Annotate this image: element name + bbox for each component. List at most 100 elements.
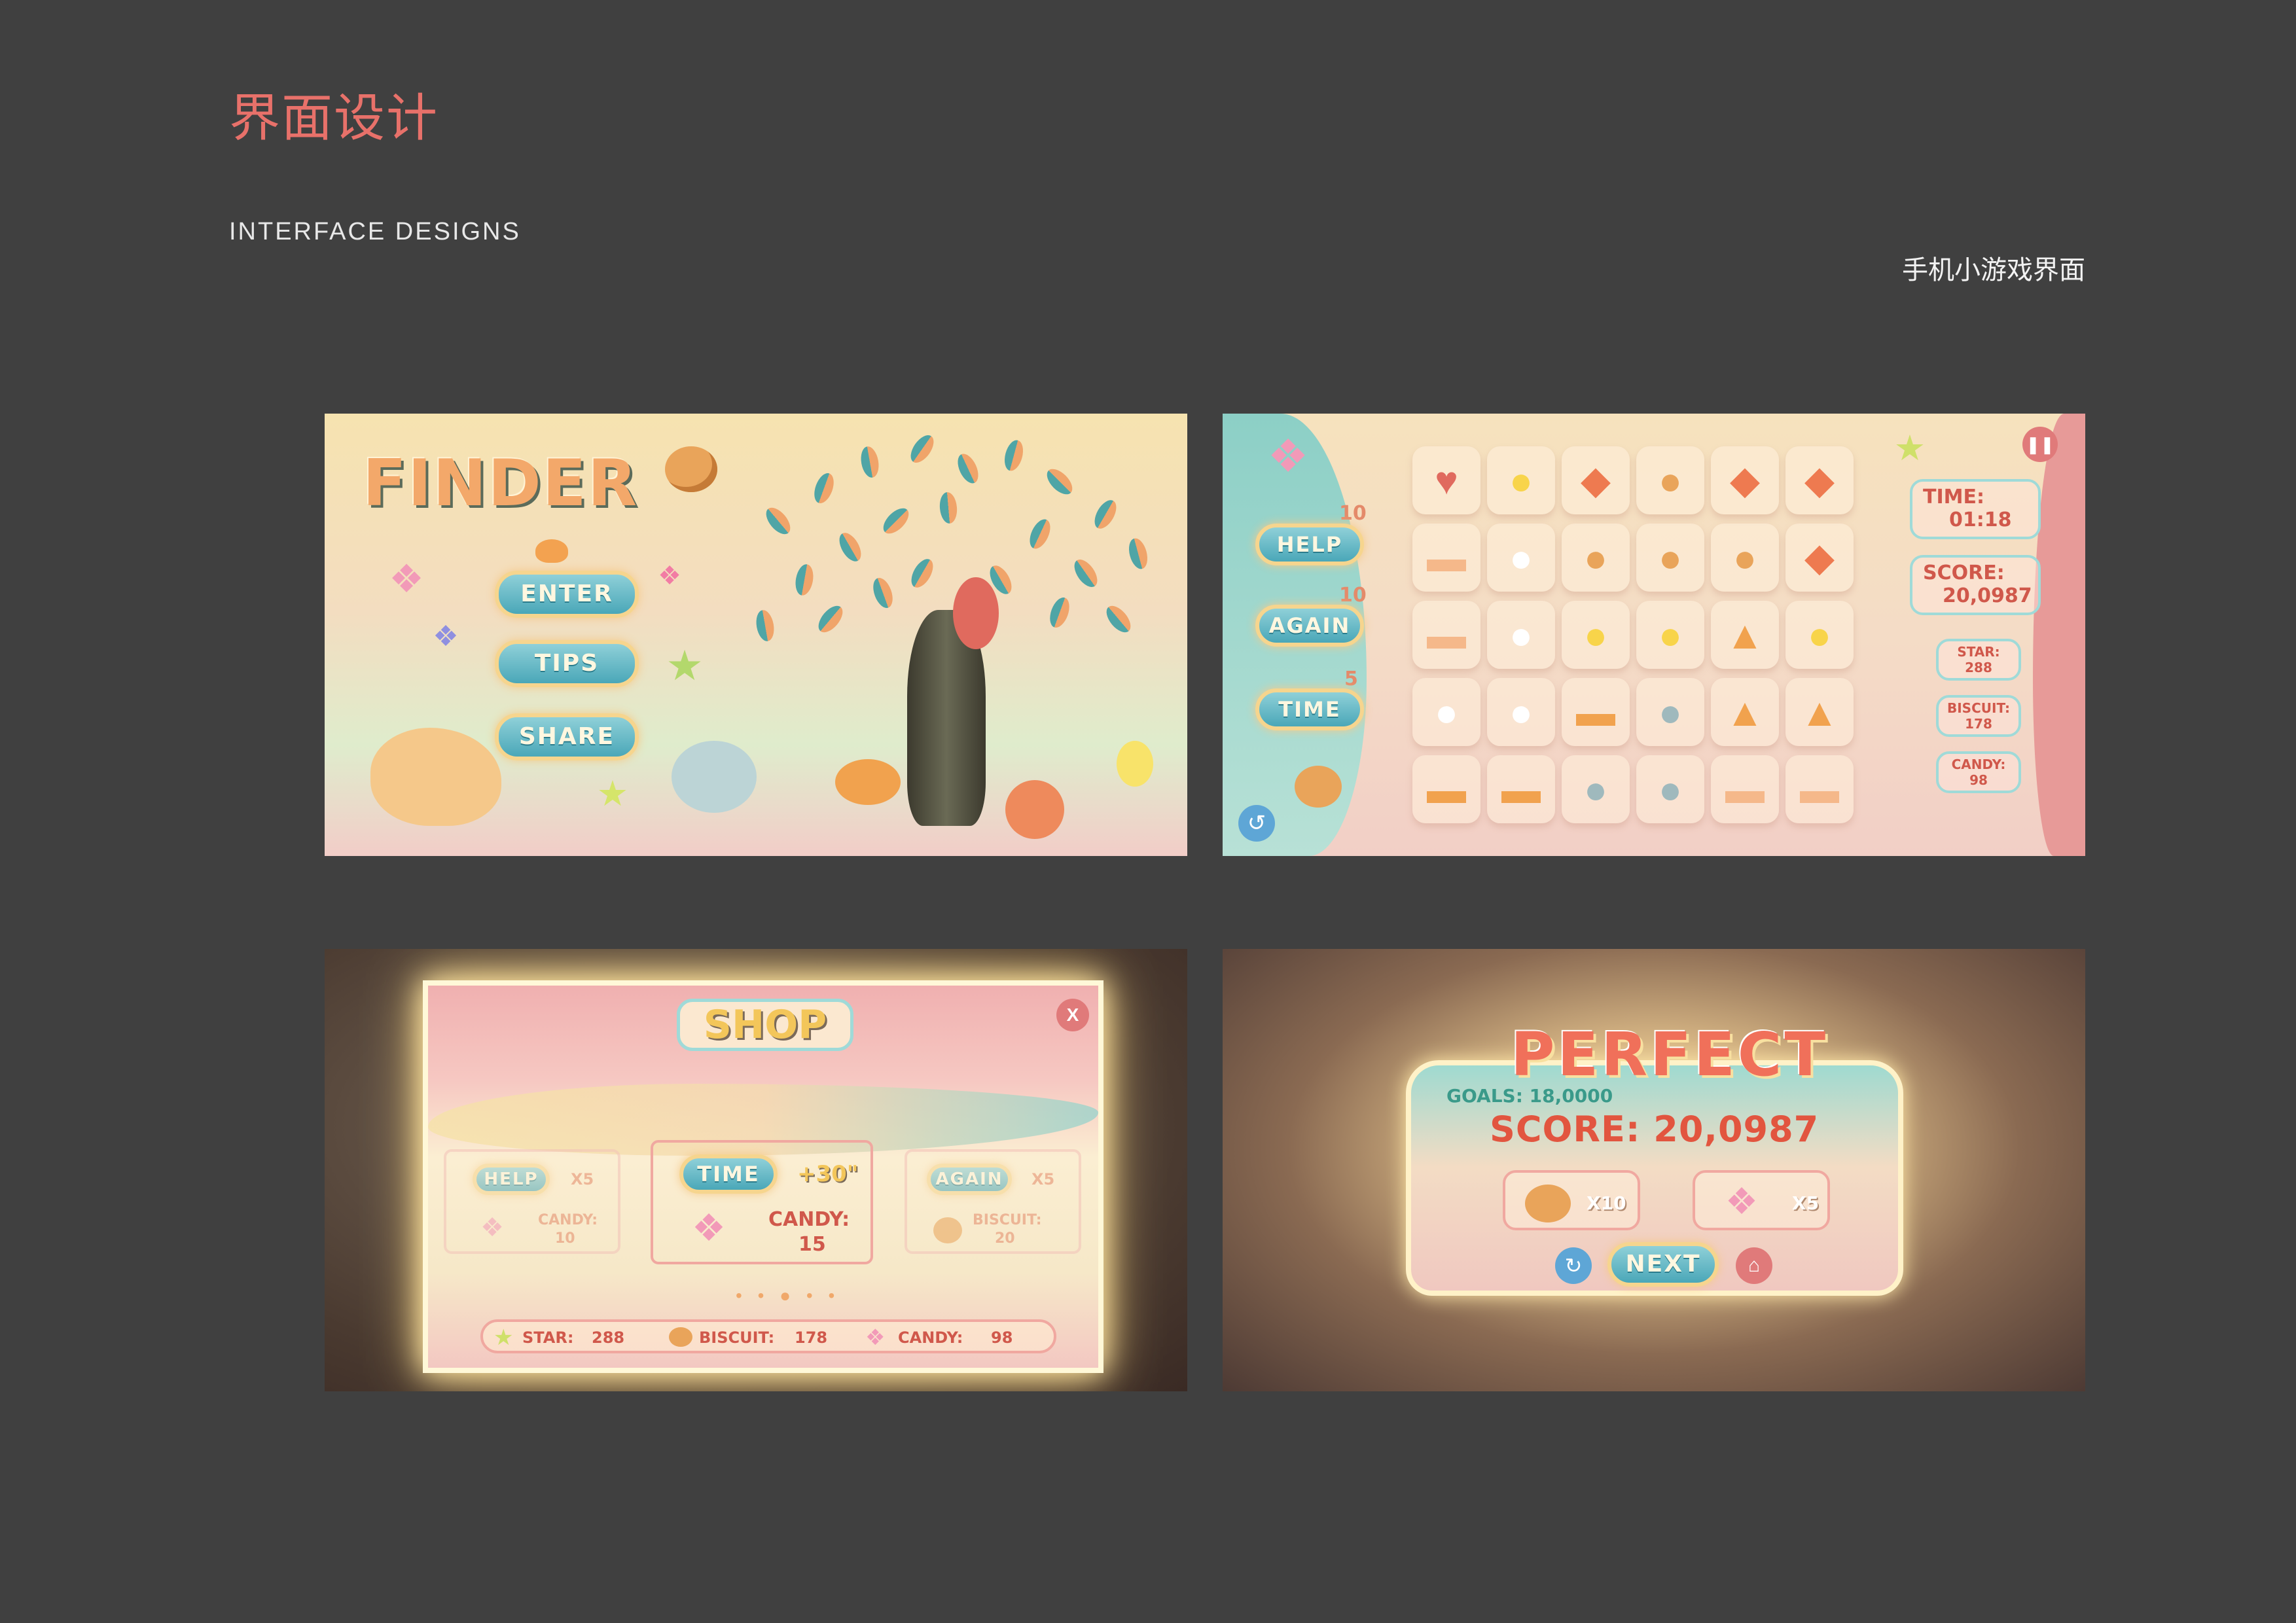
share-button[interactable]: SHARE <box>495 713 639 760</box>
reward-biscuit: X10 <box>1503 1170 1640 1230</box>
time-value: 01:18 <box>1949 508 2012 531</box>
right-wave <box>2033 414 2085 856</box>
time-button[interactable]: TIME <box>1255 688 1364 730</box>
biscuit-label: BISCUIT: <box>1947 700 2010 716</box>
tile[interactable]: ◆ <box>1785 524 1854 592</box>
time-button[interactable]: TIME <box>679 1154 778 1194</box>
shop-title: SHOP <box>677 999 853 1051</box>
tile[interactable]: ● <box>1636 755 1704 823</box>
candy-icon: ❖ <box>1725 1181 1759 1222</box>
tile[interactable]: ◆ <box>1785 446 1854 514</box>
enter-button[interactable]: ENTER <box>495 571 639 618</box>
footer-star-value: 288 <box>592 1329 625 1347</box>
shop-item-help[interactable]: HELP X5 CANDY: 10 ❖ <box>444 1149 620 1254</box>
tile[interactable]: ● <box>1636 601 1704 669</box>
pause-icon[interactable]: ❚❚ <box>2022 427 2058 462</box>
tile[interactable]: ● <box>1412 678 1480 746</box>
tile[interactable]: ● <box>1711 524 1779 592</box>
tile[interactable]: ▬ <box>1412 755 1480 823</box>
biscuit-value: 178 <box>1965 716 1992 732</box>
again-button[interactable]: AGAIN <box>927 1164 1012 1195</box>
tile[interactable]: ▲ <box>1711 678 1779 746</box>
tile[interactable]: ◆ <box>1562 446 1630 514</box>
again-cost-label: BISCUIT: <box>973 1212 1042 1228</box>
tile[interactable]: ▬ <box>1487 755 1555 823</box>
game-logo: FINDER <box>363 446 639 521</box>
close-icon[interactable]: X <box>1056 999 1089 1031</box>
biscuit-icon <box>933 1217 962 1243</box>
tile[interactable]: ● <box>1487 601 1555 669</box>
tile[interactable]: ● <box>1487 524 1555 592</box>
tile[interactable]: ▬ <box>1562 678 1630 746</box>
refresh-icon[interactable]: ↻ <box>1555 1247 1592 1284</box>
hedgehog-icon <box>535 539 568 563</box>
tile[interactable]: ♥ <box>1412 446 1480 514</box>
page-subtitle: INTERFACE DESIGNS <box>229 218 521 245</box>
candy-label: CANDY: <box>1951 757 2006 772</box>
footer-biscuit-label: BISCUIT: <box>699 1329 775 1347</box>
chick-icon <box>1117 741 1153 787</box>
shop-screen: SHOP X HELP X5 CANDY: 10 ❖ TIME +30" CAN… <box>325 949 1187 1391</box>
biscuit-box: BISCUIT: 178 <box>1936 695 2021 737</box>
biscuit-icon <box>665 446 717 492</box>
tile[interactable]: ▬ <box>1412 601 1480 669</box>
star-icon: ★ <box>666 641 704 689</box>
score-box: SCORE: 20,0987 <box>1910 555 2041 615</box>
tile[interactable]: ● <box>1636 678 1704 746</box>
footer-candy-label: CANDY: <box>898 1329 963 1347</box>
candy-icon: ❖ <box>692 1207 726 1249</box>
candy-value: 98 <box>1969 772 1988 788</box>
bird-icon <box>953 577 999 649</box>
tile[interactable]: ● <box>1636 524 1704 592</box>
back-icon[interactable]: ↺ <box>1238 805 1275 842</box>
section-caption: 手机小游戏界面 <box>1902 255 2085 285</box>
tile[interactable]: ● <box>1487 446 1555 514</box>
next-button[interactable]: NEXT <box>1607 1242 1719 1287</box>
star-icon: ★ <box>1893 428 1926 468</box>
tile[interactable]: ▲ <box>1711 601 1779 669</box>
start-screen: FINDER ENTER TIPS SHARE ❖ ❖ ❖ ★ ★ <box>325 414 1187 856</box>
time-count: 5 <box>1344 668 1358 690</box>
score-value: 20,0987 <box>1943 584 2032 607</box>
help-button[interactable]: HELP <box>1255 524 1364 565</box>
candy-icon: ❖ <box>480 1213 504 1242</box>
candy-icon: ❖ <box>1267 431 1309 482</box>
dog-icon <box>370 728 501 826</box>
help-count: 10 <box>1339 502 1367 525</box>
score-text: SCORE: 20,0987 <box>1490 1109 1820 1150</box>
candy-icon: ❖ <box>658 562 681 590</box>
game-screen: ❖ 10 HELP 10 AGAIN 5 TIME ↺ ♥ ● ◆ ● ◆ ◆ … <box>1223 414 2085 856</box>
tips-button[interactable]: TIPS <box>495 640 639 687</box>
again-button[interactable]: AGAIN <box>1255 605 1364 647</box>
tile[interactable]: ▬ <box>1711 755 1779 823</box>
shop-item-again[interactable]: AGAIN X5 BISCUIT: 20 <box>905 1149 1081 1254</box>
reward-candy-qty: X5 <box>1792 1192 1820 1214</box>
tile[interactable]: ● <box>1562 755 1630 823</box>
shop-item-time[interactable]: TIME +30" CANDY: 15 ❖ <box>651 1140 873 1264</box>
biscuit-icon <box>669 1327 692 1347</box>
tile[interactable]: ◆ <box>1711 446 1779 514</box>
tile[interactable]: ● <box>1487 678 1555 746</box>
biscuit-icon <box>1525 1185 1571 1222</box>
result-dialog: GOALS: 18,0000 SCORE: 20,0987 X10 ❖ X5 ↻… <box>1406 1060 1903 1296</box>
candy-icon: ❖ <box>433 620 459 652</box>
tree-canopy <box>744 427 1169 702</box>
candy-icon: ❖ <box>389 557 424 601</box>
tile[interactable]: ▬ <box>1412 524 1480 592</box>
tile[interactable]: ● <box>1562 601 1630 669</box>
tile[interactable]: ▬ <box>1785 755 1854 823</box>
tile[interactable]: ● <box>1562 524 1630 592</box>
biscuit-icon <box>1295 766 1342 808</box>
help-button[interactable]: HELP <box>473 1164 550 1195</box>
time-label: TIME: <box>1923 486 1984 508</box>
candy-box: CANDY: 98 <box>1936 751 2021 793</box>
star-icon: ★ <box>596 774 629 813</box>
home-icon[interactable]: ⌂ <box>1736 1247 1772 1284</box>
tile[interactable]: ● <box>1636 446 1704 514</box>
tile[interactable]: ▲ <box>1785 678 1854 746</box>
help-cost: 10 <box>555 1230 575 1247</box>
footer-star-label: STAR: <box>522 1329 574 1347</box>
time-cost: 15 <box>798 1233 826 1256</box>
sheep-icon <box>672 741 757 813</box>
tile[interactable]: ● <box>1785 601 1854 669</box>
